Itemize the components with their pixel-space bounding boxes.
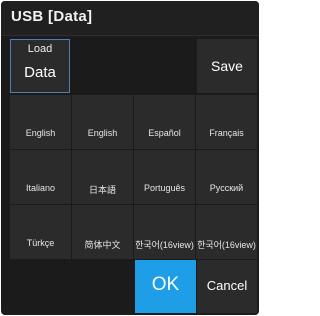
language-button-japanese[interactable]: 日本語	[72, 150, 133, 204]
load-data-label-line2: Data	[24, 64, 56, 81]
language-button-francais[interactable]: Français	[196, 95, 257, 149]
language-label: Español	[148, 128, 181, 138]
language-label: 日本語	[88, 185, 116, 195]
language-button-korean-16view-2[interactable]: 한국어(16view)	[196, 205, 257, 259]
language-label: Français	[209, 128, 244, 138]
title-bar: USB [Data]	[1, 1, 259, 36]
usb-data-dialog: USB [Data] Load Data Save English Englis…	[1, 1, 259, 315]
language-label: Português	[143, 183, 186, 193]
load-data-button[interactable]: Load Data	[10, 39, 70, 93]
language-button-korean-16view[interactable]: 한국어(16view)	[134, 205, 195, 259]
ok-button[interactable]: OK	[135, 260, 196, 313]
language-label: Italiano	[25, 183, 56, 193]
language-button-portugues[interactable]: Português	[134, 150, 195, 204]
language-button-english-2[interactable]: English	[72, 95, 133, 149]
cancel-button[interactable]: Cancel	[197, 260, 257, 313]
language-button-espanol[interactable]: Español	[134, 95, 195, 149]
language-label: Türkçe	[26, 238, 55, 248]
ok-button-label: OK	[151, 274, 180, 295]
cancel-button-label: Cancel	[206, 278, 248, 293]
language-label: 简体中文	[84, 240, 121, 250]
language-label: English	[25, 128, 56, 138]
language-button-russian[interactable]: Русский	[196, 150, 257, 204]
language-label: 한국어(16view)	[197, 240, 256, 250]
language-button-turkce[interactable]: Türkçe	[10, 205, 71, 259]
save-button-label: Save	[211, 58, 243, 74]
language-button-simplified-chinese[interactable]: 简体中文	[72, 205, 133, 259]
language-button-english[interactable]: English	[10, 95, 71, 149]
language-label: English	[87, 128, 118, 138]
save-button[interactable]: Save	[197, 39, 257, 93]
load-data-label-line1: Load	[27, 43, 53, 55]
language-button-italiano[interactable]: Italiano	[10, 150, 71, 204]
dialog-title: USB [Data]	[11, 8, 93, 25]
language-label: 한국어(16view)	[135, 240, 194, 250]
language-label: Русский	[209, 183, 244, 193]
